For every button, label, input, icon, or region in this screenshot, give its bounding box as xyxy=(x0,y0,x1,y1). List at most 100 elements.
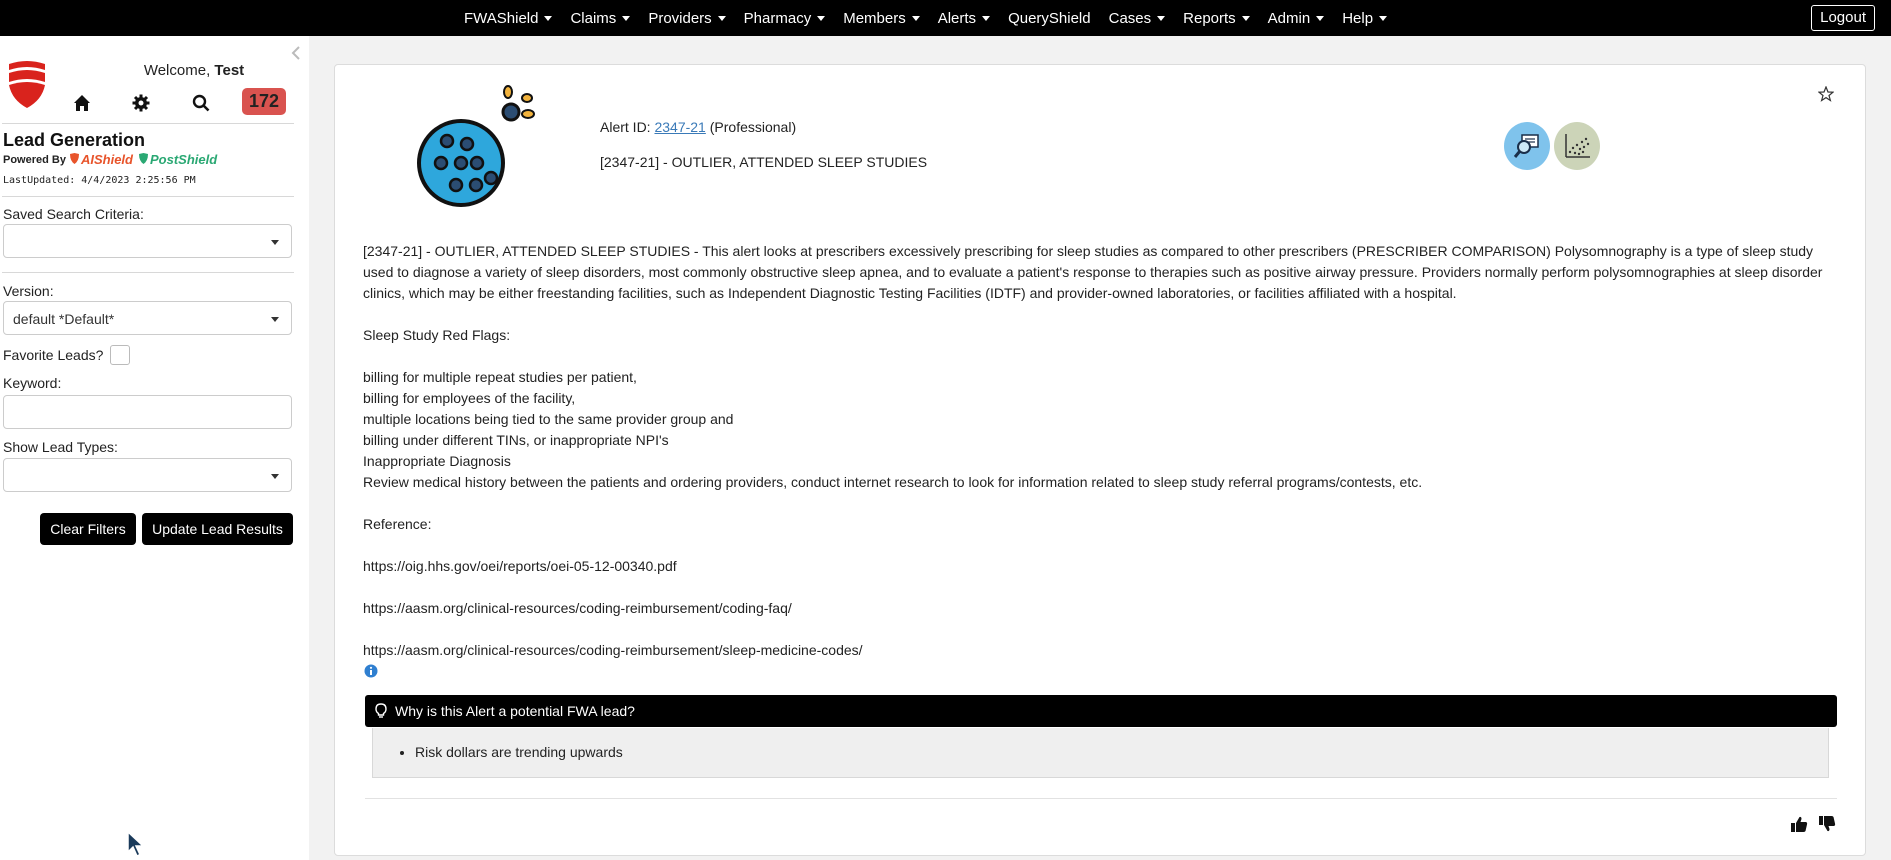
investigate-button[interactable] xyxy=(1504,122,1550,170)
caret-down-icon xyxy=(622,15,631,21)
nav-label: Pharmacy xyxy=(743,9,812,27)
page-title: Lead Generation xyxy=(3,130,146,150)
caret-down-icon xyxy=(271,240,279,245)
home-icon[interactable] xyxy=(73,94,91,112)
thumbs-down-icon[interactable] xyxy=(1818,815,1836,833)
welcome-prefix: Welcome, xyxy=(143,62,211,79)
powered-by-label: Powered By xyxy=(3,153,66,166)
red-flag-item: multiple locations being tied to the sam… xyxy=(363,411,734,427)
reason-item: Risk dollars are trending upwards xyxy=(415,744,1828,760)
caret-down-icon xyxy=(271,317,279,322)
postshield-logo: PostShield xyxy=(138,152,218,167)
nav-label: QueryShield xyxy=(1008,9,1091,27)
why-heading: Why is this Alert a potential FWA lead? xyxy=(395,703,635,719)
nav-queryshield[interactable]: QueryShield xyxy=(1008,10,1091,27)
caret-down-icon xyxy=(1316,15,1325,21)
keyword-label: Keyword: xyxy=(3,375,62,391)
nav-label: Help xyxy=(1342,9,1374,27)
favorite-leads-label: Favorite Leads? xyxy=(3,347,104,363)
welcome-text: Welcome, Test xyxy=(114,62,274,79)
alert-illustration xyxy=(417,85,535,207)
saved-search-select[interactable] xyxy=(3,224,292,258)
nav-reports[interactable]: Reports xyxy=(1183,10,1250,27)
shield-icon xyxy=(69,153,79,164)
caret-down-icon xyxy=(1241,15,1250,21)
star-icon[interactable] xyxy=(1818,86,1834,102)
nav-label: Members xyxy=(843,9,906,27)
alert-count-badge[interactable]: 172 xyxy=(242,88,286,115)
lead-types-select[interactable] xyxy=(3,458,292,492)
info-icon[interactable] xyxy=(364,664,378,678)
version-select[interactable]: default *Default* xyxy=(3,301,292,335)
gear-icon[interactable] xyxy=(132,94,150,112)
why-fwa-lead-body: Risk dollars are trending upwards xyxy=(372,728,1829,778)
powered-by: Powered By AIShield PostShield xyxy=(3,152,217,167)
red-flags-heading: Sleep Study Red Flags: xyxy=(363,327,511,343)
select-value: default *Default* xyxy=(13,311,115,327)
nav-admin[interactable]: Admin xyxy=(1268,10,1325,27)
red-flag-item: billing under different TINs, or inappro… xyxy=(363,432,669,448)
caret-down-icon xyxy=(271,474,279,479)
reference-url: https://oig.hhs.gov/oei/reports/oei-05-1… xyxy=(363,558,677,574)
app-logo xyxy=(4,58,50,110)
nav-help[interactable]: Help xyxy=(1342,9,1388,27)
keyword-input[interactable] xyxy=(3,395,292,429)
caret-down-icon xyxy=(982,15,991,21)
reference-heading: Reference: xyxy=(363,516,432,532)
reference-url: https://aasm.org/clinical-resources/codi… xyxy=(363,600,792,616)
nav-label: Admin xyxy=(1267,9,1311,27)
alert-id-label: Alert ID: xyxy=(600,119,651,135)
sidebar: Welcome, Test 172 Lead Generation Powere… xyxy=(0,36,309,860)
shield-icon xyxy=(138,153,148,164)
alert-description: [2347-21] - OUTLIER, ATTENDED SLEEP STUD… xyxy=(363,243,1823,301)
top-nav-bar: FWAShield Claims Providers Pharmacy Memb… xyxy=(0,0,1891,36)
mouse-cursor-icon xyxy=(127,830,145,858)
alert-type: (Professional) xyxy=(709,119,797,135)
favorite-leads-checkbox[interactable] xyxy=(110,345,130,365)
caret-down-icon xyxy=(911,15,920,21)
nav-label: Providers xyxy=(648,9,712,27)
caret-down-icon xyxy=(1157,15,1166,21)
caret-down-icon xyxy=(717,15,726,21)
nav-fwashield[interactable]: FWAShield xyxy=(464,9,553,27)
caret-down-icon xyxy=(544,15,553,21)
nav-members[interactable]: Members xyxy=(843,10,920,27)
clear-filters-button[interactable]: Clear Filters xyxy=(40,513,136,545)
scatter-plot-button[interactable] xyxy=(1554,122,1600,170)
why-fwa-lead-header[interactable]: Why is this Alert a potential FWA lead? xyxy=(365,695,1837,727)
alert-id-link[interactable]: 2347-21 xyxy=(654,119,705,135)
divider xyxy=(2,123,294,124)
alert-title: [2347-21] - OUTLIER, ATTENDED SLEEP STUD… xyxy=(600,154,928,170)
collapse-left-icon[interactable] xyxy=(290,46,302,60)
alert-description-block: [2347-21] - OUTLIER, ATTENDED SLEEP STUD… xyxy=(363,241,1831,661)
divider xyxy=(2,272,294,273)
caret-down-icon xyxy=(1379,15,1388,21)
version-label: Version: xyxy=(3,283,54,299)
nav-claims[interactable]: Claims xyxy=(570,9,631,27)
nav-label: Alerts xyxy=(937,9,977,27)
nav-menu: FWAShield Claims Providers Pharmacy Memb… xyxy=(464,0,1405,36)
alert-id-line: Alert ID: 2347-21 (Professional) xyxy=(600,119,796,135)
red-flag-item: billing for multiple repeat studies per … xyxy=(363,369,637,385)
divider xyxy=(2,196,294,197)
nav-label: Claims xyxy=(570,9,617,27)
divider xyxy=(365,798,1837,799)
update-lead-results-button[interactable]: Update Lead Results xyxy=(142,513,293,545)
last-updated: LastUpdated: 4/4/2023 2:25:56 PM xyxy=(3,175,196,186)
red-flag-item: Inappropriate Diagnosis xyxy=(363,453,511,469)
scatter-plot-icon xyxy=(1565,134,1590,158)
aishield-logo: AIShield xyxy=(69,152,133,167)
postshield-label: PostShield xyxy=(149,152,218,167)
nav-alerts[interactable]: Alerts xyxy=(937,9,991,27)
nav-providers[interactable]: Providers xyxy=(648,9,726,27)
thumbs-up-icon[interactable] xyxy=(1790,815,1808,833)
magnifier-report-icon xyxy=(1513,134,1539,158)
nav-pharmacy[interactable]: Pharmacy xyxy=(744,10,826,27)
search-icon[interactable] xyxy=(192,94,210,112)
lightbulb-icon xyxy=(375,703,387,718)
nav-label: FWAShield xyxy=(464,9,539,27)
logout-button[interactable]: Logout xyxy=(1811,5,1875,31)
red-flag-item: billing for employees of the facility, xyxy=(363,390,576,406)
caret-down-icon xyxy=(817,15,826,21)
nav-cases[interactable]: Cases xyxy=(1109,10,1166,27)
